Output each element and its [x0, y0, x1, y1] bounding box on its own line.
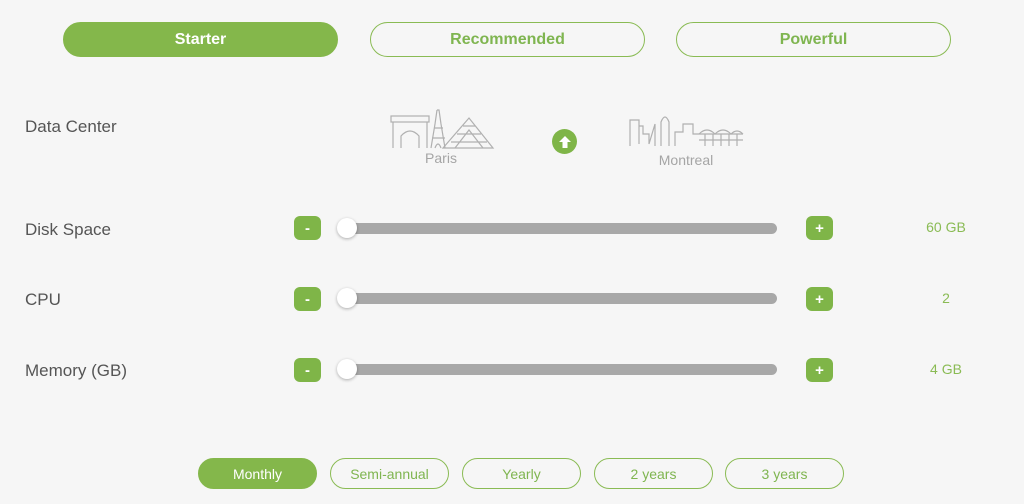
- arrow-up-icon: [558, 135, 571, 148]
- memory-label: Memory (GB): [25, 361, 127, 380]
- city-montreal-option[interactable]: Montreal: [626, 112, 746, 168]
- cpu-slider-thumb[interactable]: [337, 288, 357, 308]
- memory-slider[interactable]: [337, 359, 777, 379]
- disk-space-decrease-button[interactable]: -: [294, 216, 321, 240]
- memory-slider-thumb[interactable]: [337, 359, 357, 379]
- memory-value: 4 GB: [930, 361, 962, 377]
- cpu-decrease-button[interactable]: -: [294, 287, 321, 311]
- period-semi-annual-button[interactable]: Semi-annual: [330, 458, 449, 489]
- cpu-value: 2: [942, 290, 950, 306]
- city-paris-label: Paris: [425, 150, 457, 166]
- memory-decrease-button[interactable]: -: [294, 358, 321, 382]
- cpu-slider[interactable]: [337, 288, 777, 308]
- disk-space-slider[interactable]: [337, 218, 777, 238]
- period-2-years-button[interactable]: 2 years: [594, 458, 713, 489]
- montreal-skyline-icon: [629, 116, 744, 146]
- data-center-label: Data Center: [25, 117, 117, 136]
- period-monthly-button[interactable]: Monthly: [198, 458, 317, 489]
- disk-space-value: 60 GB: [926, 219, 966, 235]
- city-paris-option[interactable]: Paris: [386, 104, 496, 166]
- memory-increase-button[interactable]: +: [806, 358, 833, 382]
- period-3-years-button[interactable]: 3 years: [725, 458, 844, 489]
- disk-space-label: Disk Space: [25, 220, 111, 239]
- disk-space-increase-button[interactable]: +: [806, 216, 833, 240]
- plan-starter-button[interactable]: Starter: [63, 22, 338, 57]
- cpu-increase-button[interactable]: +: [806, 287, 833, 311]
- paris-skyline-icon: [390, 109, 495, 149]
- cpu-label: CPU: [25, 290, 61, 309]
- plan-recommended-button[interactable]: Recommended: [370, 22, 645, 57]
- swap-datacenter-button[interactable]: [552, 129, 577, 154]
- disk-space-slider-thumb[interactable]: [337, 218, 357, 238]
- plan-powerful-button[interactable]: Powerful: [676, 22, 951, 57]
- city-montreal-label: Montreal: [658, 152, 714, 168]
- period-yearly-button[interactable]: Yearly: [462, 458, 581, 489]
